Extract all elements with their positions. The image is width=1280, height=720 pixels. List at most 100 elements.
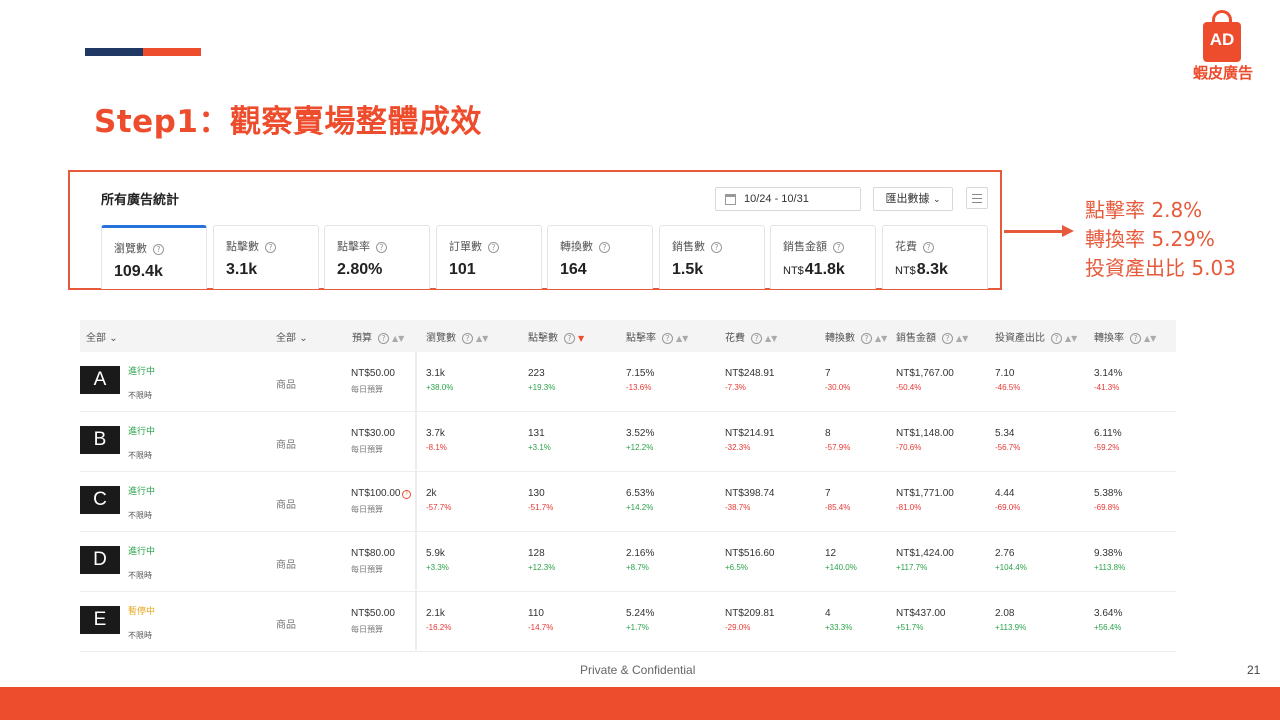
cell-clicks-change: +19.3% [528, 383, 556, 392]
metric-label: 花費 [895, 240, 917, 253]
header-label: 瀏覽數 [426, 333, 456, 344]
cell-clicks: 128 [528, 548, 545, 559]
help-icon: ? [153, 244, 164, 255]
cell-roas-change: -46.5% [995, 383, 1021, 392]
header-label: 點擊數 [528, 333, 558, 344]
cell-views-change: -57.7% [426, 503, 452, 512]
cell-cvr-change: +113.8% [1094, 563, 1126, 572]
ad-label-box: B [80, 426, 120, 454]
budget-value[interactable]: NT$30.00 [351, 428, 395, 439]
help-icon: ? [751, 333, 762, 344]
column-menu-button[interactable] [966, 187, 988, 209]
cell-views-change: +38.0% [426, 383, 454, 392]
header-label: 轉換率 [1094, 333, 1124, 344]
cell-spend-change: -7.3% [725, 383, 746, 392]
status-badge: 暫停中 [128, 607, 156, 617]
date-range-picker[interactable]: 10/24 - 10/31 [715, 187, 861, 211]
metric-label: 銷售數 [672, 240, 705, 253]
metric-value: 1.5k [672, 261, 704, 278]
cell-sales: NT$1,771.00 [896, 488, 954, 499]
sort-desc-icon: ▼ [578, 334, 585, 343]
callout-cvr: 轉換率 5.29% [1085, 227, 1215, 251]
metric-card-items-sold[interactable]: 銷售數? 1.5k [659, 225, 765, 289]
filter-all-type[interactable]: 全部 ⌄ [276, 329, 308, 344]
budget-value[interactable]: NT$50.00 [351, 368, 395, 379]
metric-card-sales-amount[interactable]: 銷售金額? NT$41.8k [770, 225, 876, 289]
cell-cvr-change: +56.4% [1094, 623, 1122, 632]
cell-conv-change: -57.9% [825, 443, 851, 452]
cell-cvr: 5.38% [1094, 488, 1123, 499]
help-icon: ? [662, 333, 673, 344]
sort-icon: ▲▼ [875, 334, 888, 343]
cell-sales: NT$1,148.00 [896, 428, 954, 439]
header-ctr[interactable]: 點擊率? ▲▼ [626, 329, 688, 344]
cell-roas-change: +104.4% [995, 563, 1027, 572]
menu-icon-line [972, 202, 982, 203]
help-icon: ? [711, 242, 722, 253]
help-icon: ? [861, 333, 872, 344]
budget-value[interactable]: NT$80.00 [351, 548, 395, 559]
table-row[interactable]: E 暫停中 不限時 商品 NT$50.00 每日預算 2.1k -16.2% 110 -14.7%… [80, 592, 1176, 652]
budget-note: 每日預算 [351, 505, 383, 514]
header-sales[interactable]: 銷售金額? ▲▼ [896, 329, 968, 344]
header-roas[interactable]: 投資產出比? ▲▼ [995, 329, 1077, 344]
status-badge: 進行中 [128, 547, 156, 557]
header-cvr[interactable]: 轉換率? ▲▼ [1094, 329, 1156, 344]
cell-clicks-change: -14.7% [528, 623, 554, 632]
header-bar-navy [85, 48, 143, 56]
sort-icon: ▲▼ [1144, 334, 1157, 343]
callout-ctr: 點擊率 2.8% [1085, 198, 1203, 222]
metric-card-views[interactable]: 瀏覽數? 109.4k [101, 225, 207, 289]
cell-spend-change: -38.7% [725, 503, 751, 512]
table-row[interactable]: B 進行中 不限時 商品 NT$30.00 每日預算 3.7k -8.1% 131 +3.1% 3.… [80, 412, 1176, 472]
filter-all-status[interactable]: 全部 ⌄ [86, 329, 118, 344]
cell-roas: 2.76 [995, 548, 1015, 559]
duration-text: 不限時 [128, 511, 152, 520]
date-range-value: 10/24 - 10/31 [744, 193, 809, 205]
table-row[interactable]: C 進行中 不限時 商品 NT$100.00! 每日預算 2k -57.7% 130 -51.7%… [80, 472, 1176, 532]
metric-value: NT$8.3k [895, 261, 948, 279]
status-badge: 進行中 [128, 367, 156, 377]
cell-ctr-change: -13.6% [626, 383, 652, 392]
sort-icon: ▲▼ [676, 334, 689, 343]
metric-card-conversions[interactable]: 轉換數? 164 [547, 225, 653, 289]
cell-views-change: +3.3% [426, 563, 449, 572]
budget-value[interactable]: NT$100.00! [351, 488, 412, 499]
cell-roas-change: +113.9% [995, 623, 1027, 632]
metric-card-clicks[interactable]: 點擊數? 3.1k [213, 225, 319, 289]
header-conversions[interactable]: 轉換數? ▲▼ [825, 329, 887, 344]
table-header: 全部 ⌄ 全部 ⌄ 預算? ▲▼ 瀏覽數? ▲▼ 點擊數? ▼ 點擊率? ▲▼ 花費? ▲… [80, 320, 1176, 352]
metric-value: 164 [560, 261, 587, 278]
metric-label: 瀏覽數 [114, 242, 147, 255]
arrow-head-icon [1062, 225, 1074, 237]
cell-clicks: 131 [528, 428, 545, 439]
help-icon: ? [599, 242, 610, 253]
header-budget[interactable]: 預算? ▲▼ [352, 329, 404, 344]
cell-cvr: 6.11% [1094, 428, 1122, 439]
metric-number: 8.3k [916, 261, 948, 278]
callout-roas: 投資產出比 5.03 [1085, 256, 1236, 280]
help-icon: ? [376, 242, 387, 253]
header-clicks[interactable]: 點擊數? ▼ [528, 329, 584, 344]
header-label: 銷售金額 [896, 333, 936, 344]
cell-conv: 7 [825, 488, 831, 499]
metric-card-ctr[interactable]: 點擊率? 2.80% [324, 225, 430, 289]
export-data-button[interactable]: 匯出數據 ⌄ [873, 187, 953, 211]
cell-conv-change: -30.0% [825, 383, 851, 392]
budget-value[interactable]: NT$50.00 [351, 608, 395, 619]
budget-amount: NT$30.00 [351, 428, 395, 439]
cell-views: 2.1k [426, 608, 445, 619]
cell-cvr: 3.14% [1094, 368, 1123, 379]
header-spend[interactable]: 花費? ▲▼ [725, 329, 777, 344]
cell-sales-change: -70.6% [896, 443, 922, 452]
ad-type: 商品 [276, 380, 296, 391]
metric-card-orders[interactable]: 訂單數? 101 [436, 225, 542, 289]
table-row[interactable]: A 進行中 不限時 商品 NT$50.00 每日預算 3.1k +38.0% 223 +19.3%… [80, 352, 1176, 412]
cell-cvr: 9.38% [1094, 548, 1123, 559]
metric-card-spend[interactable]: 花費? NT$8.3k [882, 225, 988, 289]
header-views[interactable]: 瀏覽數? ▲▼ [426, 329, 488, 344]
cell-spend-change: -32.3% [725, 443, 751, 452]
cell-ctr-change: +14.2% [626, 503, 654, 512]
table-row[interactable]: D 進行中 不限時 商品 NT$80.00 每日預算 5.9k +3.3% 128 +12.3% 2… [80, 532, 1176, 592]
budget-note: 每日預算 [351, 565, 383, 574]
